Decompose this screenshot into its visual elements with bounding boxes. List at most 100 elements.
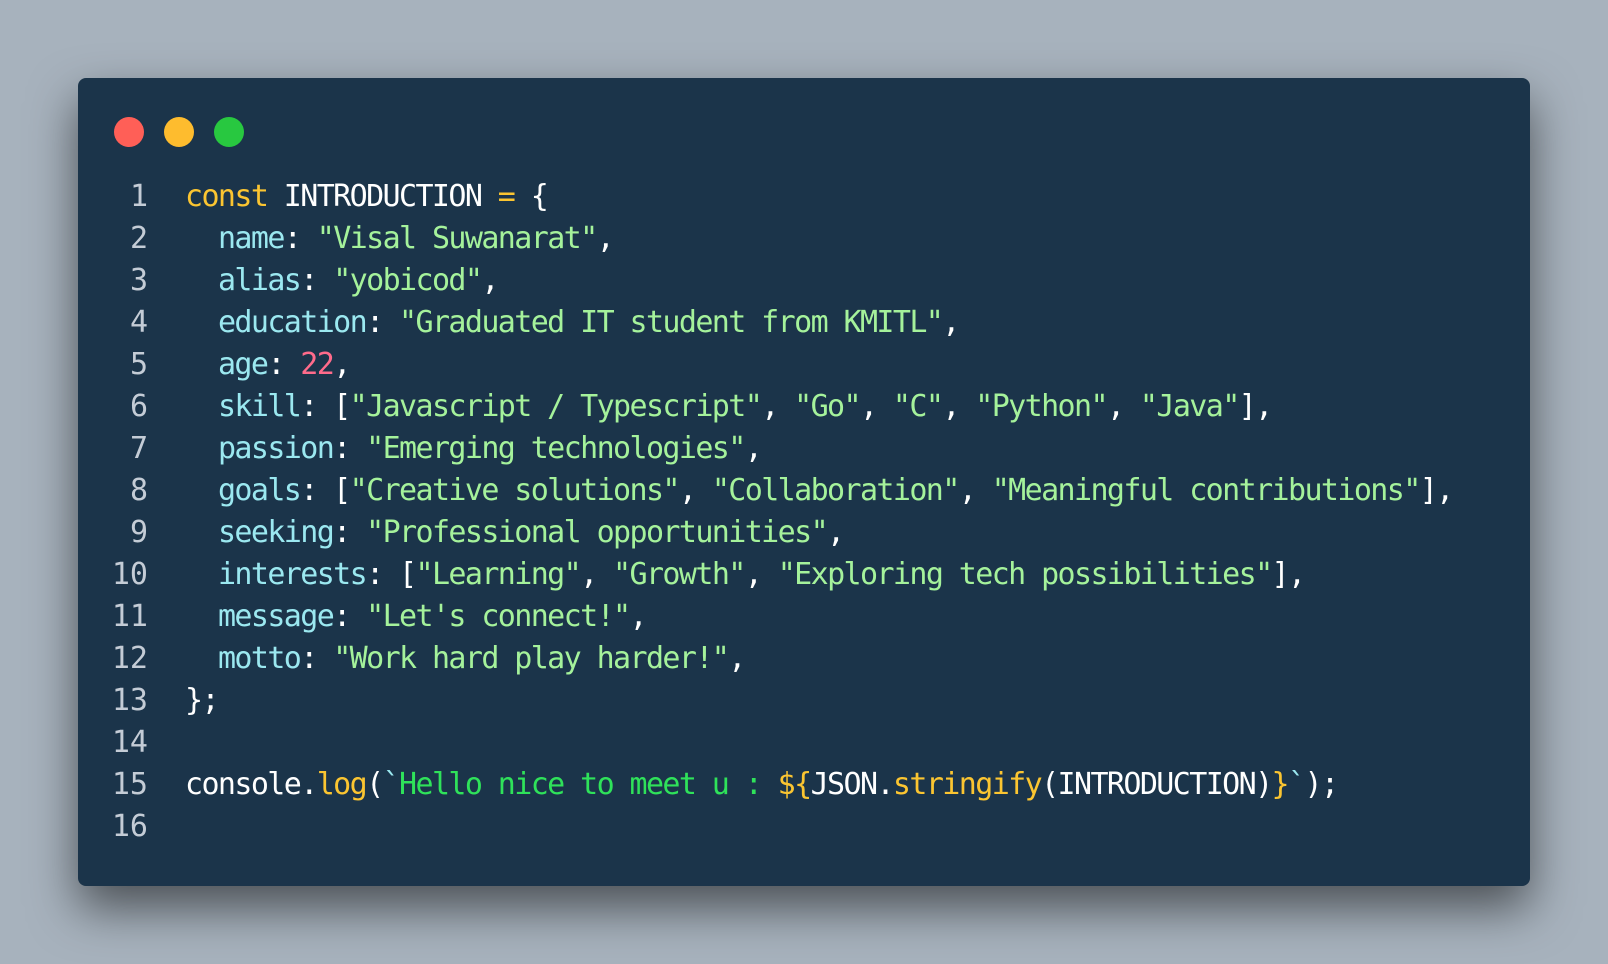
code-text: education: "Graduated IT student from KM…: [185, 302, 960, 344]
code-token: INTRODUCTION: [267, 179, 498, 214]
code-token: console: [185, 767, 302, 802]
code-text: console.log(`Hello nice to meet u : ${JS…: [185, 764, 1339, 806]
code-text: motto: "Work hard play harder!",: [185, 638, 746, 680]
line-number: 6: [129, 389, 148, 424]
code-token: ,: [481, 263, 499, 298]
code-token: ,: [744, 557, 778, 592]
code-token: "C": [892, 389, 944, 424]
code-token: alias: [217, 263, 302, 298]
code-token: ],: [1271, 557, 1307, 592]
code-token: ${: [777, 767, 813, 802]
code-token: ],: [1238, 389, 1274, 424]
line-number: 14: [111, 725, 148, 760]
code-token: :: [333, 431, 367, 466]
code-token: ,: [678, 473, 712, 508]
code-token: }: [1271, 767, 1290, 802]
code-token: ,: [1106, 389, 1140, 424]
code-line: 9 seeking: "Professional opportunities",: [78, 512, 1530, 554]
minimize-button[interactable]: [164, 117, 194, 147]
code-token: `: [1288, 767, 1306, 802]
code-token: "Let's connect!": [366, 599, 631, 634]
code-token: seeking: [217, 515, 335, 550]
code-line: 2 name: "Visal Suwanarat",: [78, 218, 1530, 260]
code-token: };: [185, 683, 220, 718]
code-window: 1 const INTRODUCTION = {2 name: "Visal Su…: [78, 78, 1530, 886]
code-token: :: [300, 641, 334, 676]
code-token: const: [185, 179, 269, 214]
code-token: "Go": [794, 389, 861, 424]
code-text: passion: "Emerging technologies",: [185, 428, 763, 470]
code-token: {: [514, 179, 549, 214]
code-token: ,: [761, 389, 795, 424]
line-number: 2: [129, 221, 148, 256]
close-button[interactable]: [114, 117, 144, 147]
code-token: "Professional opportunities": [366, 515, 829, 550]
code-token: "Exploring tech possibilities": [777, 557, 1273, 592]
code-token: :: [333, 515, 367, 550]
code-token: "Python": [975, 389, 1108, 424]
code-text: skill: ["Javascript / Typescript", "Go",…: [185, 386, 1274, 428]
code-token: JSON: [810, 767, 878, 802]
code-token: .: [300, 767, 318, 802]
code-token: "Java": [1139, 389, 1240, 424]
code-line: 8 goals: ["Creative solutions", "Collabo…: [78, 470, 1530, 512]
code-token: .: [876, 767, 894, 802]
code-token: ,: [942, 389, 976, 424]
line-number: 13: [111, 683, 148, 718]
code-token: "Learning": [415, 557, 581, 592]
line-number: 15: [111, 767, 148, 802]
line-number: 5: [129, 347, 148, 382]
code-text: name: "Visal Suwanarat",: [185, 218, 615, 260]
maximize-button[interactable]: [214, 117, 244, 147]
code-token: "Collaboration": [711, 473, 961, 508]
code-editor[interactable]: 1 const INTRODUCTION = {2 name: "Visal Su…: [78, 176, 1530, 848]
code-token: ,: [859, 389, 893, 424]
code-token: ,: [580, 557, 614, 592]
code-token: skill: [217, 389, 302, 424]
code-line: 5 age: 22,: [78, 344, 1530, 386]
code-line: 12 motto: "Work hard play harder!",: [78, 638, 1530, 680]
code-token: passion: [217, 431, 335, 466]
code-token: message: [217, 599, 335, 634]
code-token: name: [217, 221, 285, 256]
code-token: (INTRODUCTION): [1041, 767, 1273, 802]
line-number: 8: [129, 473, 148, 508]
code-line: 13};: [78, 680, 1530, 722]
code-text: interests: ["Learning", "Growth", "Explo…: [185, 554, 1307, 596]
code-token: ,: [827, 515, 845, 550]
code-line: 6 skill: ["Javascript / Typescript", "Go…: [78, 386, 1530, 428]
code-line: 3 alias: "yobicod",: [78, 260, 1530, 302]
code-token: ,: [942, 305, 960, 340]
code-token: motto: [217, 641, 302, 676]
code-token: "Emerging technologies": [366, 431, 746, 466]
code-token: : [: [300, 389, 351, 424]
code-token: :: [366, 305, 400, 340]
code-token: log: [316, 767, 368, 802]
code-token: age: [217, 347, 269, 382]
code-text: goals: ["Creative solutions", "Collabora…: [185, 470, 1454, 512]
line-number: 16: [111, 809, 148, 844]
code-text: message: "Let's connect!",: [185, 596, 648, 638]
code-token: :: [267, 347, 301, 382]
code-text: alias: "yobicod",: [185, 260, 500, 302]
code-token: ,: [728, 641, 746, 676]
code-token: ,: [744, 431, 763, 466]
code-text: seeking: "Professional opportunities",: [185, 512, 845, 554]
code-text: };: [185, 680, 220, 722]
code-text: const INTRODUCTION = {: [185, 176, 549, 218]
code-token: :: [333, 599, 367, 634]
code-token: goals: [217, 473, 302, 508]
code-token: ,: [629, 599, 648, 634]
code-token: "yobicod": [333, 263, 483, 298]
code-token: ,: [958, 473, 992, 508]
code-token: );: [1304, 767, 1339, 802]
code-token: "Creative solutions": [349, 473, 681, 508]
code-token: interests: [217, 557, 368, 592]
